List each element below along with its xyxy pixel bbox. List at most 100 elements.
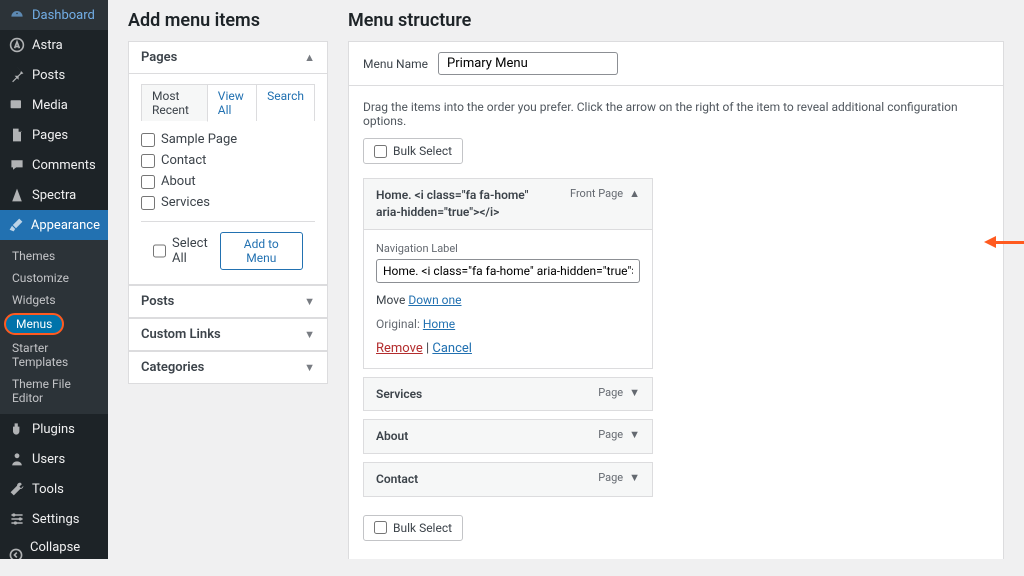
menu-item-about: About Page ▼ [363, 419, 653, 454]
menu-item-title: About [376, 428, 408, 445]
bulk-checkbox[interactable] [374, 521, 387, 534]
nav-label-input[interactable] [376, 259, 640, 283]
sidebar-item-collapse[interactable]: Collapse menu [0, 534, 108, 576]
sidebar-item-spectra[interactable]: Spectra [0, 180, 108, 210]
submenu-starter-templates[interactable]: Starter Templates [0, 337, 108, 373]
menu-item-title: Services [376, 386, 422, 403]
sidebar-item-tools[interactable]: Tools [0, 474, 108, 504]
plug-icon [8, 420, 26, 438]
menu-item-header[interactable]: Services Page ▼ [364, 378, 652, 411]
move-label: Move [376, 293, 405, 307]
sidebar-item-label: Appearance [31, 218, 100, 233]
sidebar-item-settings[interactable]: Settings [0, 504, 108, 534]
sidebar-item-label: Plugins [32, 422, 75, 437]
tab-view-all[interactable]: View All [208, 85, 257, 121]
sidebar-item-appearance[interactable]: Appearance [0, 210, 108, 240]
select-all-label: Select All [172, 236, 220, 266]
gauge-icon [8, 6, 26, 24]
chevron-down-icon: ▼ [304, 328, 315, 341]
structure-title: Menu structure [348, 10, 1004, 31]
sidebar-item-label: Comments [32, 158, 96, 173]
wrench-icon [8, 480, 26, 498]
submenu-theme-file-editor[interactable]: Theme File Editor [0, 373, 108, 409]
categories-panel-header[interactable]: Categories ▼ [129, 352, 327, 383]
original-label: Original: [376, 317, 420, 331]
categories-panel: Categories ▼ [128, 351, 328, 384]
move-down-link[interactable]: Down one [408, 293, 461, 307]
checkbox-contact[interactable] [141, 154, 155, 168]
sidebar-item-label: Dashboard [32, 8, 95, 23]
menu-item-home: Home. <i class="fa fa-home" aria-hidden=… [363, 178, 653, 369]
chevron-down-icon: ▼ [304, 295, 315, 308]
cancel-link[interactable]: Cancel [432, 341, 472, 356]
main-content: Add menu items Pages ▲ Most Recent View … [108, 0, 1024, 559]
sidebar-item-pages[interactable]: Pages [0, 120, 108, 150]
appearance-submenu: Themes Customize Widgets Menus Starter T… [0, 240, 108, 414]
sidebar-item-users[interactable]: Users [0, 444, 108, 474]
posts-panel-header[interactable]: Posts ▼ [129, 286, 327, 317]
media-icon [8, 96, 26, 114]
sidebar-item-posts[interactable]: Posts [0, 60, 108, 90]
panel-title: Pages [141, 50, 177, 65]
chevron-up-icon: ▲ [304, 51, 315, 64]
chevron-down-icon: ▼ [304, 361, 315, 374]
sidebar-item-dashboard[interactable]: Dashboard [0, 0, 108, 30]
submenu-themes[interactable]: Themes [0, 245, 108, 267]
sidebar-item-label: Posts [32, 68, 65, 83]
menu-item-header[interactable]: Home. <i class="fa fa-home" aria-hidden=… [364, 179, 652, 229]
menu-item-header[interactable]: About Page ▼ [364, 420, 652, 453]
custom-links-panel: Custom Links ▼ [128, 318, 328, 351]
annotation-arrow [984, 236, 1024, 248]
page-label: About [161, 174, 196, 189]
checkbox-sample-page[interactable] [141, 133, 155, 147]
page-label: Services [161, 195, 210, 210]
add-to-menu-button[interactable]: Add to Menu [220, 232, 303, 270]
panel-title: Custom Links [141, 327, 221, 342]
menu-item-contact: Contact Page ▼ [363, 462, 653, 497]
panel-title: Posts [141, 294, 174, 309]
sidebar-item-comments[interactable]: Comments [0, 150, 108, 180]
structure-body: Drag the items into the order you prefer… [348, 85, 1004, 559]
page-icon [8, 126, 26, 144]
bulk-checkbox[interactable] [374, 145, 387, 158]
pin-icon [8, 66, 26, 84]
submenu-customize[interactable]: Customize [0, 267, 108, 289]
custom-links-panel-header[interactable]: Custom Links ▼ [129, 319, 327, 350]
bulk-select-top[interactable]: Bulk Select [363, 138, 463, 164]
submenu-menus[interactable]: Menus [4, 313, 64, 335]
remove-link[interactable]: Remove [376, 341, 423, 356]
sliders-icon [8, 510, 26, 528]
add-items-title: Add menu items [128, 10, 328, 31]
sidebar-item-label: Users [32, 452, 65, 467]
sidebar-item-plugins[interactable]: Plugins [0, 414, 108, 444]
page-label: Sample Page [161, 132, 237, 147]
checkbox-about[interactable] [141, 175, 155, 189]
circle-a-icon [8, 36, 26, 54]
sidebar-item-media[interactable]: Media [0, 90, 108, 120]
sidebar-item-label: Settings [32, 512, 79, 527]
user-icon [8, 450, 26, 468]
chevron-down-icon: ▼ [629, 428, 640, 441]
chevron-down-icon: ▼ [629, 386, 640, 399]
sidebar-item-label: Collapse menu [30, 540, 100, 570]
tab-search[interactable]: Search [257, 85, 314, 121]
menu-name-input[interactable] [438, 52, 618, 75]
comment-icon [8, 156, 26, 174]
original-link[interactable]: Home [423, 317, 455, 331]
menu-item-header[interactable]: Contact Page ▼ [364, 463, 652, 496]
menu-name-row: Menu Name [348, 41, 1004, 85]
submenu-widgets[interactable]: Widgets [0, 289, 108, 311]
admin-sidebar: Dashboard Astra Posts Media Pages Commen… [0, 0, 108, 559]
checkbox-select-all[interactable] [153, 244, 166, 258]
bulk-label: Bulk Select [393, 144, 452, 158]
pages-panel-header[interactable]: Pages ▲ [129, 42, 327, 74]
sidebar-item-label: Spectra [32, 188, 76, 203]
bulk-select-bottom[interactable]: Bulk Select [363, 515, 463, 541]
sidebar-item-label: Media [32, 98, 68, 113]
checkbox-services[interactable] [141, 196, 155, 210]
menu-item-title: Home. <i class="fa fa-home" aria-hidden=… [376, 187, 546, 221]
tab-most-recent[interactable]: Most Recent [142, 85, 208, 122]
sidebar-item-astra[interactable]: Astra [0, 30, 108, 60]
menu-item-type: Front Page ▲ [570, 187, 640, 200]
panel-title: Categories [141, 360, 204, 375]
